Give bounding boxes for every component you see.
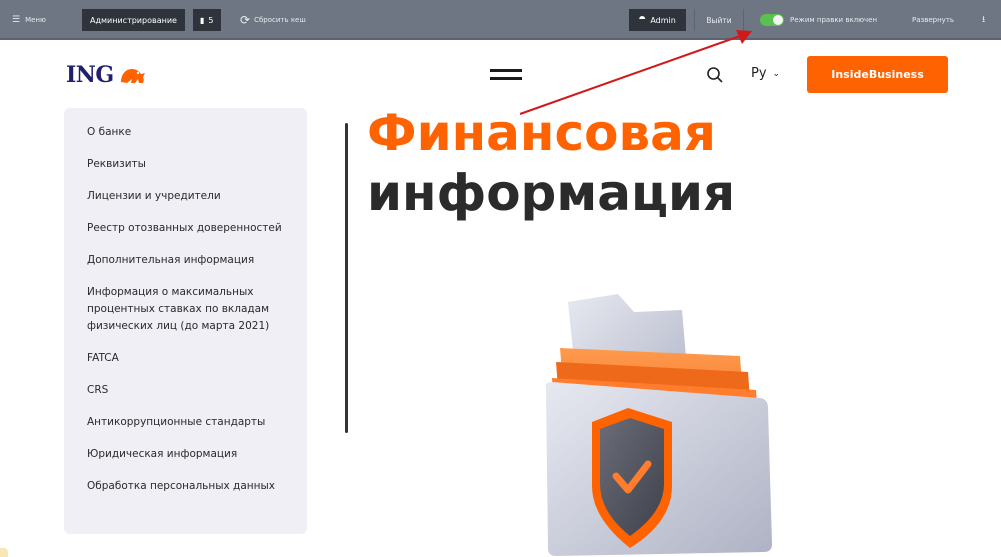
sidebar-item-crs[interactable]: CRS — [87, 382, 287, 399]
chevron-down-icon: ⌄ — [772, 68, 781, 79]
admin-toolbar: ☰ Меню Администрирование ▮ 5 ⟳ Сбросить … — [0, 0, 1001, 40]
notebook-icon: ▮ — [200, 15, 205, 25]
reset-cache-button[interactable]: ⟳ Сбросить кеш — [240, 9, 306, 31]
sidebar-item-licenses[interactable]: Лицензии и учредители — [87, 188, 287, 205]
sidebar-item-revoked-powers[interactable]: Реестр отозванных доверенностей — [87, 220, 287, 237]
sidebar-item-fatca[interactable]: FATCA — [87, 350, 287, 367]
burger-line — [490, 77, 522, 80]
logo[interactable]: ING — [66, 62, 148, 88]
sidebar-item-about[interactable]: О банке — [87, 124, 287, 141]
sidebar-item-legal-info[interactable]: Юридическая информация — [87, 446, 287, 463]
page-title-line1: Финансовая — [367, 104, 716, 162]
sidebar-item-max-rates[interactable]: Информация о максимальных процентных ста… — [87, 284, 287, 335]
pin-icon[interactable]: ⭳ — [982, 9, 985, 31]
sidebar-item-additional-info[interactable]: Дополнительная информация — [87, 252, 287, 269]
expand-button[interactable]: Развернуть — [912, 9, 954, 31]
language-label: Ру — [751, 66, 767, 81]
sidebar-scrollbar[interactable] — [345, 123, 348, 433]
sidebar-item-personal-data[interactable]: Обработка персональных данных — [87, 478, 287, 495]
page-title: Финансовая информация — [367, 103, 735, 223]
edit-mode-label: Режим правки включен — [790, 16, 878, 24]
shield-folder-icon — [545, 294, 772, 556]
logout-button[interactable]: Выйти — [694, 9, 744, 31]
sidebar-item-anticorruption[interactable]: Антикоррупционные стандарты — [87, 414, 287, 431]
edit-mode-toggle[interactable]: Режим правки включен — [760, 9, 877, 31]
user-icon: ⯊ — [639, 15, 646, 24]
sidebar-item-requisites[interactable]: Реквизиты — [87, 156, 287, 173]
hamburger-icon: ☰ — [12, 15, 21, 25]
site-header: ING Ру ⌄ InsideBusiness — [0, 42, 1001, 108]
admin-user-button[interactable]: ⯊ Admin — [629, 9, 686, 31]
search-icon[interactable] — [706, 66, 724, 84]
expand-label: Развернуть — [912, 16, 955, 24]
reset-cache-label: Сбросить кеш — [254, 16, 306, 24]
language-select[interactable]: Ру ⌄ — [751, 66, 780, 81]
admin-user-label: Admin — [650, 15, 676, 25]
hamburger-menu-button[interactable] — [490, 69, 522, 81]
admin-menu-label: Меню — [25, 16, 46, 24]
logo-text: ING — [66, 62, 114, 88]
toggle-switch[interactable] — [760, 14, 784, 26]
admin-count-button[interactable]: ▮ 5 — [193, 9, 221, 31]
lion-icon — [120, 69, 145, 83]
refresh-icon: ⟳ — [240, 13, 251, 27]
admin-menu-button[interactable]: ☰ Меню — [12, 9, 46, 31]
corner-badge — [0, 548, 8, 557]
insidebusiness-button[interactable]: InsideBusiness — [807, 56, 948, 93]
burger-line — [490, 69, 522, 72]
sidebar-nav: О банке Реквизиты Лицензии и учредители … — [64, 108, 348, 534]
page-title-line2: информация — [367, 164, 736, 222]
admin-tab[interactable]: Администрирование — [82, 9, 185, 31]
admin-count: 5 — [208, 15, 214, 25]
